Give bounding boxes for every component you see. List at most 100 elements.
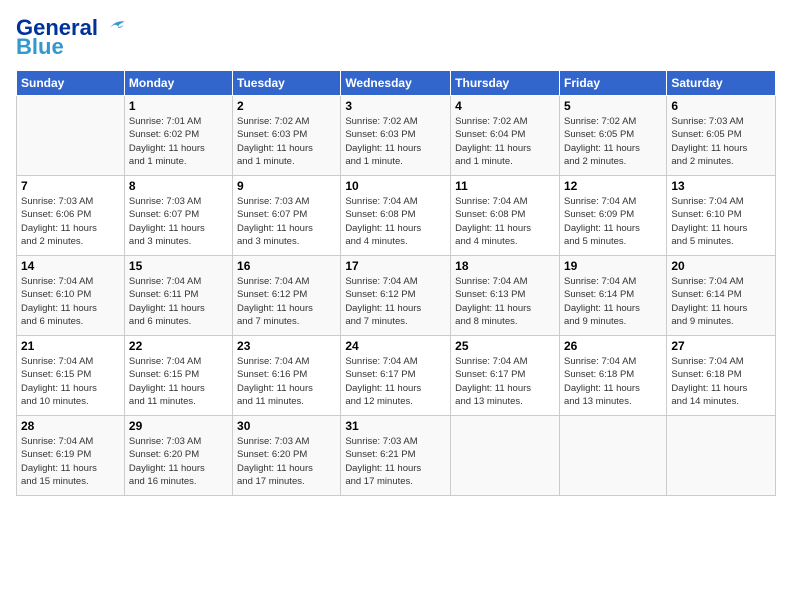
calendar-cell: 8 Sunrise: 7:03 AMSunset: 6:07 PMDaylight… xyxy=(124,176,232,256)
calendar-cell xyxy=(667,416,776,496)
calendar-week-row: 21 Sunrise: 7:04 AMSunset: 6:15 PMDayligh… xyxy=(17,336,776,416)
day-info: Sunrise: 7:02 AMSunset: 6:03 PMDaylight:… xyxy=(237,115,336,168)
day-info: Sunrise: 7:04 AMSunset: 6:13 PMDaylight:… xyxy=(455,275,555,328)
weekday-header-cell: Thursday xyxy=(451,71,560,96)
calendar-cell: 9Sunrise: 7:03 AMSunset: 6:07 PMDaylight… xyxy=(233,176,341,256)
day-number: 28 xyxy=(21,419,120,433)
day-info: Sunrise: 7:04 AMSunset: 6:19 PMDaylight:… xyxy=(21,435,120,488)
calendar-cell: 28 Sunrise: 7:04 AMSunset: 6:19 PMDayligh… xyxy=(17,416,125,496)
day-number: 27 xyxy=(671,339,771,353)
day-info: Sunrise: 7:02 AMSunset: 6:03 PMDaylight:… xyxy=(345,115,446,168)
day-info: Sunrise: 7:04 AMSunset: 6:17 PMDaylight:… xyxy=(455,355,555,408)
calendar-cell: 14Sunrise: 7:04 AMSunset: 6:10 PMDayligh… xyxy=(17,256,125,336)
calendar-cell xyxy=(17,96,125,176)
weekday-header-cell: Friday xyxy=(559,71,666,96)
day-number: 5 xyxy=(564,99,662,113)
header: General Blue xyxy=(16,16,776,60)
calendar-cell: 1 Sunrise: 7:01 AMSunset: 6:02 PMDaylight… xyxy=(124,96,232,176)
calendar-week-row: 14Sunrise: 7:04 AMSunset: 6:10 PMDayligh… xyxy=(17,256,776,336)
calendar-table: SundayMondayTuesdayWednesdayThursdayFrid… xyxy=(16,70,776,496)
day-info: Sunrise: 7:04 AMSunset: 6:18 PMDaylight:… xyxy=(564,355,662,408)
calendar-body: 1 Sunrise: 7:01 AMSunset: 6:02 PMDaylight… xyxy=(17,96,776,496)
day-info: Sunrise: 7:03 AMSunset: 6:07 PMDaylight:… xyxy=(237,195,336,248)
day-info: Sunrise: 7:03 AMSunset: 6:20 PMDaylight:… xyxy=(129,435,228,488)
day-number: 10 xyxy=(345,179,446,193)
weekday-header-cell: Monday xyxy=(124,71,232,96)
calendar-cell: 15Sunrise: 7:04 AMSunset: 6:11 PMDayligh… xyxy=(124,256,232,336)
day-info: Sunrise: 7:03 AMSunset: 6:20 PMDaylight:… xyxy=(237,435,336,488)
day-number: 23 xyxy=(237,339,336,353)
day-number: 26 xyxy=(564,339,662,353)
day-info: Sunrise: 7:03 AMSunset: 6:21 PMDaylight:… xyxy=(345,435,446,488)
calendar-cell: 3 Sunrise: 7:02 AMSunset: 6:03 PMDaylight… xyxy=(341,96,451,176)
calendar-cell: 23 Sunrise: 7:04 AMSunset: 6:16 PMDayligh… xyxy=(233,336,341,416)
calendar-cell: 18 Sunrise: 7:04 AMSunset: 6:13 PMDayligh… xyxy=(451,256,560,336)
calendar-cell: 4 Sunrise: 7:02 AMSunset: 6:04 PMDaylight… xyxy=(451,96,560,176)
calendar-cell: 25 Sunrise: 7:04 AMSunset: 6:17 PMDayligh… xyxy=(451,336,560,416)
calendar-week-row: 1 Sunrise: 7:01 AMSunset: 6:02 PMDaylight… xyxy=(17,96,776,176)
day-info: Sunrise: 7:03 AMSunset: 6:06 PMDaylight:… xyxy=(21,195,120,248)
calendar-cell: 27 Sunrise: 7:04 AMSunset: 6:18 PMDayligh… xyxy=(667,336,776,416)
calendar-cell: 13Sunrise: 7:04 AMSunset: 6:10 PMDayligh… xyxy=(667,176,776,256)
calendar-cell: 17 Sunrise: 7:04 AMSunset: 6:12 PMDayligh… xyxy=(341,256,451,336)
weekday-header-row: SundayMondayTuesdayWednesdayThursdayFrid… xyxy=(17,71,776,96)
calendar-cell: 12Sunrise: 7:04 AMSunset: 6:09 PMDayligh… xyxy=(559,176,666,256)
day-number: 21 xyxy=(21,339,120,353)
calendar-cell: 16Sunrise: 7:04 AMSunset: 6:12 PMDayligh… xyxy=(233,256,341,336)
calendar-cell: 22Sunrise: 7:04 AMSunset: 6:15 PMDayligh… xyxy=(124,336,232,416)
day-info: Sunrise: 7:04 AMSunset: 6:17 PMDaylight:… xyxy=(345,355,446,408)
calendar-cell: 6 Sunrise: 7:03 AMSunset: 6:05 PMDaylight… xyxy=(667,96,776,176)
day-info: Sunrise: 7:02 AMSunset: 6:04 PMDaylight:… xyxy=(455,115,555,168)
day-info: Sunrise: 7:04 AMSunset: 6:15 PMDaylight:… xyxy=(129,355,228,408)
calendar-cell: 20Sunrise: 7:04 AMSunset: 6:14 PMDayligh… xyxy=(667,256,776,336)
day-number: 18 xyxy=(455,259,555,273)
calendar-cell: 24 Sunrise: 7:04 AMSunset: 6:17 PMDayligh… xyxy=(341,336,451,416)
day-number: 8 xyxy=(129,179,228,193)
calendar-week-row: 7 Sunrise: 7:03 AMSunset: 6:06 PMDaylight… xyxy=(17,176,776,256)
calendar-cell: 11 Sunrise: 7:04 AMSunset: 6:08 PMDayligh… xyxy=(451,176,560,256)
day-info: Sunrise: 7:04 AMSunset: 6:14 PMDaylight:… xyxy=(564,275,662,328)
day-info: Sunrise: 7:02 AMSunset: 6:05 PMDaylight:… xyxy=(564,115,662,168)
day-number: 24 xyxy=(345,339,446,353)
day-number: 25 xyxy=(455,339,555,353)
day-info: Sunrise: 7:04 AMSunset: 6:08 PMDaylight:… xyxy=(455,195,555,248)
day-number: 6 xyxy=(671,99,771,113)
day-info: Sunrise: 7:04 AMSunset: 6:18 PMDaylight:… xyxy=(671,355,771,408)
day-number: 29 xyxy=(129,419,228,433)
day-number: 4 xyxy=(455,99,555,113)
calendar-cell: 19Sunrise: 7:04 AMSunset: 6:14 PMDayligh… xyxy=(559,256,666,336)
day-info: Sunrise: 7:04 AMSunset: 6:09 PMDaylight:… xyxy=(564,195,662,248)
day-info: Sunrise: 7:01 AMSunset: 6:02 PMDaylight:… xyxy=(129,115,228,168)
calendar-cell: 29 Sunrise: 7:03 AMSunset: 6:20 PMDayligh… xyxy=(124,416,232,496)
day-info: Sunrise: 7:03 AMSunset: 6:05 PMDaylight:… xyxy=(671,115,771,168)
day-number: 7 xyxy=(21,179,120,193)
calendar-cell: 5 Sunrise: 7:02 AMSunset: 6:05 PMDaylight… xyxy=(559,96,666,176)
weekday-header-cell: Wednesday xyxy=(341,71,451,96)
weekday-header-cell: Sunday xyxy=(17,71,125,96)
calendar-cell: 7 Sunrise: 7:03 AMSunset: 6:06 PMDaylight… xyxy=(17,176,125,256)
day-number: 3 xyxy=(345,99,446,113)
day-number: 11 xyxy=(455,179,555,193)
day-number: 2 xyxy=(237,99,336,113)
day-number: 20 xyxy=(671,259,771,273)
calendar-cell: 10 Sunrise: 7:04 AMSunset: 6:08 PMDayligh… xyxy=(341,176,451,256)
day-number: 16 xyxy=(237,259,336,273)
calendar-week-row: 28 Sunrise: 7:04 AMSunset: 6:19 PMDayligh… xyxy=(17,416,776,496)
calendar-cell: 26 Sunrise: 7:04 AMSunset: 6:18 PMDayligh… xyxy=(559,336,666,416)
day-info: Sunrise: 7:04 AMSunset: 6:16 PMDaylight:… xyxy=(237,355,336,408)
day-number: 31 xyxy=(345,419,446,433)
calendar-cell: 2 Sunrise: 7:02 AMSunset: 6:03 PMDaylight… xyxy=(233,96,341,176)
day-info: Sunrise: 7:04 AMSunset: 6:10 PMDaylight:… xyxy=(671,195,771,248)
weekday-header-cell: Tuesday xyxy=(233,71,341,96)
calendar-cell xyxy=(559,416,666,496)
day-info: Sunrise: 7:04 AMSunset: 6:15 PMDaylight:… xyxy=(21,355,120,408)
day-info: Sunrise: 7:03 AMSunset: 6:07 PMDaylight:… xyxy=(129,195,228,248)
day-number: 1 xyxy=(129,99,228,113)
day-info: Sunrise: 7:04 AMSunset: 6:10 PMDaylight:… xyxy=(21,275,120,328)
day-info: Sunrise: 7:04 AMSunset: 6:08 PMDaylight:… xyxy=(345,195,446,248)
day-info: Sunrise: 7:04 AMSunset: 6:12 PMDaylight:… xyxy=(345,275,446,328)
calendar-cell: 30Sunrise: 7:03 AMSunset: 6:20 PMDayligh… xyxy=(233,416,341,496)
day-number: 17 xyxy=(345,259,446,273)
calendar-cell xyxy=(451,416,560,496)
day-number: 15 xyxy=(129,259,228,273)
